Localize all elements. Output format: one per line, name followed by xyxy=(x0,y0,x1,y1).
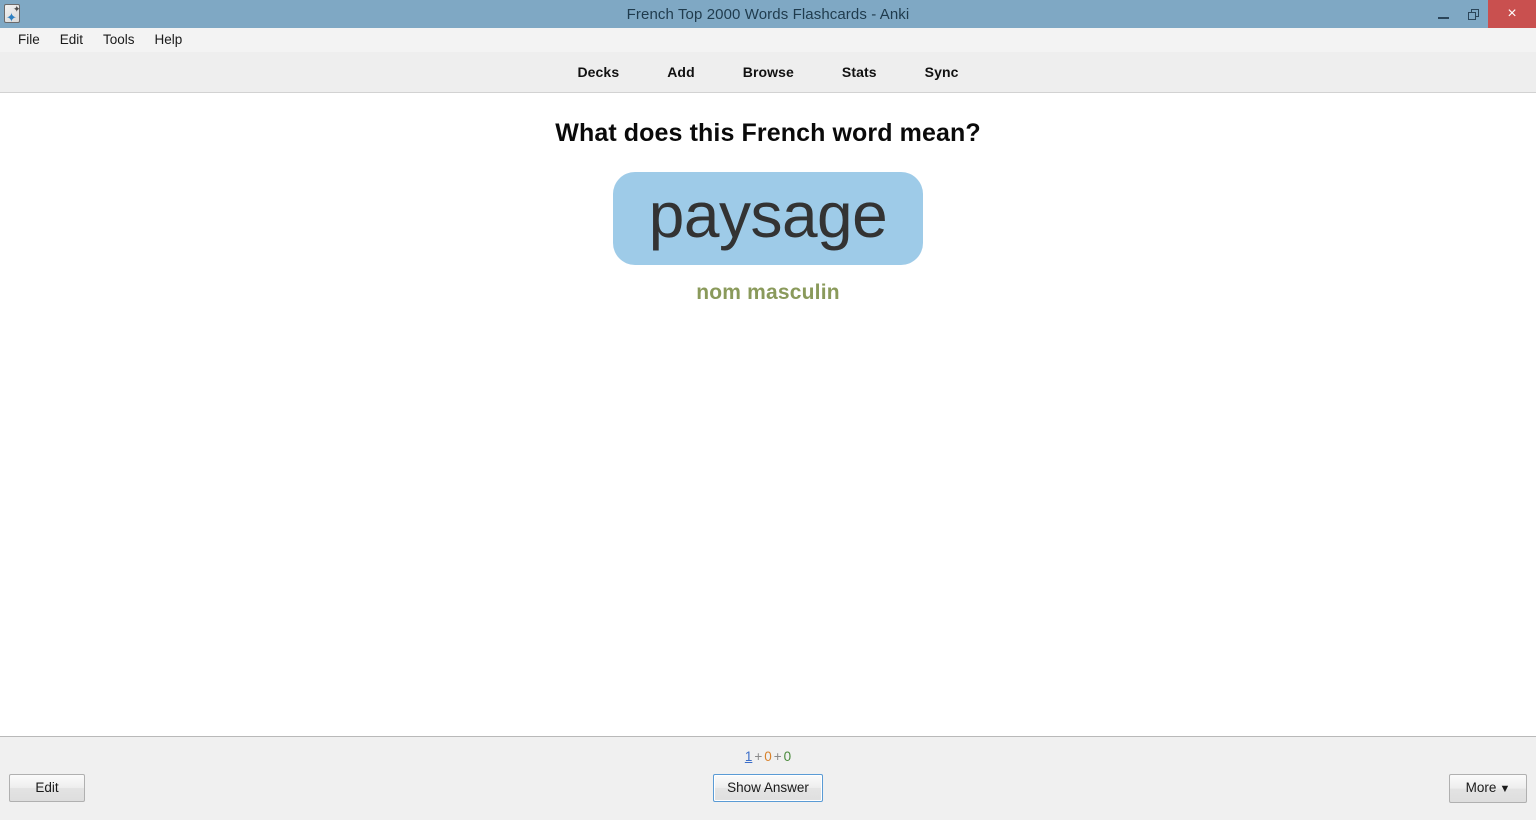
card-word: paysage xyxy=(648,179,888,251)
window-title: French Top 2000 Words Flashcards - Anki xyxy=(626,5,910,23)
toolbar-browse[interactable]: Browse xyxy=(743,64,794,80)
title-bar: ✦ ✦ French Top 2000 Words Flashcards - A… xyxy=(0,0,1536,28)
toolbar-decks[interactable]: Decks xyxy=(577,64,619,80)
minimize-button[interactable] xyxy=(1428,0,1458,28)
card-area: What does this French word mean? paysage… xyxy=(0,93,1536,736)
anki-window: ✦ ✦ French Top 2000 Words Flashcards - A… xyxy=(0,0,1536,820)
more-label: More xyxy=(1465,780,1497,795)
chevron-down-icon: ▼ xyxy=(1499,783,1511,795)
toolbar-add[interactable]: Add xyxy=(667,64,695,80)
card-word-container: paysage xyxy=(0,172,1536,266)
toolbar-sync[interactable]: Sync xyxy=(925,64,959,80)
bottom-bar: 1 +0 +0 Edit Show Answer More ▼ xyxy=(0,736,1536,820)
menu-tools[interactable]: Tools xyxy=(93,29,145,51)
edit-button[interactable]: Edit xyxy=(9,774,85,802)
count-separator-2: + xyxy=(773,749,782,764)
card-question: What does this French word mean? xyxy=(555,119,981,147)
menu-edit[interactable]: Edit xyxy=(50,29,93,51)
count-learning[interactable]: 0 xyxy=(764,749,772,764)
anki-app-icon: ✦ ✦ xyxy=(4,4,21,25)
card-part-of-speech: nom masculin xyxy=(696,281,840,305)
window-controls: × xyxy=(1428,0,1536,28)
card-word-chip: paysage xyxy=(612,172,924,266)
toolbar-stats[interactable]: Stats xyxy=(842,64,877,80)
menu-file[interactable]: File xyxy=(8,29,50,51)
more-button[interactable]: More ▼ xyxy=(1449,774,1527,803)
count-separator-1: + xyxy=(754,749,763,764)
count-due[interactable]: 0 xyxy=(784,749,792,764)
menu-help[interactable]: Help xyxy=(145,29,193,51)
show-answer-button[interactable]: Show Answer xyxy=(713,774,823,802)
study-counts: 1 +0 +0 xyxy=(0,749,1536,764)
main-toolbar: Decks Add Browse Stats Sync xyxy=(0,52,1536,93)
menu-bar: File Edit Tools Help xyxy=(0,28,1536,52)
close-button[interactable]: × xyxy=(1488,0,1536,28)
maximize-restore-button[interactable] xyxy=(1458,0,1488,28)
